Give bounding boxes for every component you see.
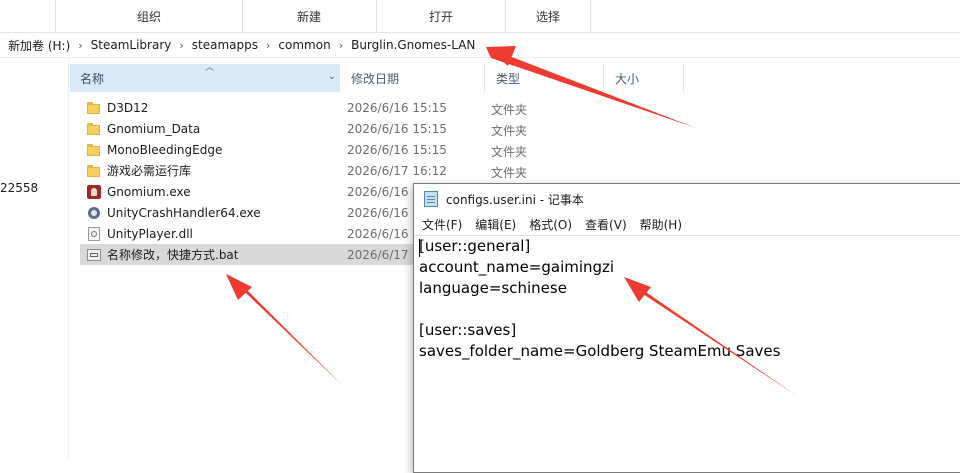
- file-date: 2026/6/16 15:15: [347, 143, 447, 157]
- arrow-to-bat-file: [226, 274, 343, 386]
- file-name: UnityCrashHandler64.exe: [107, 205, 261, 220]
- navigation-item-fragment[interactable]: 22558: [0, 181, 38, 195]
- menu-format[interactable]: 格式(O): [529, 216, 572, 233]
- column-header-size[interactable]: 大小: [605, 64, 684, 92]
- file-date: 2026/6/16: [347, 227, 409, 241]
- file-date: 2026/6/16: [347, 185, 409, 199]
- file-name: Gnomium.exe: [107, 184, 191, 199]
- chevron-down-icon[interactable]: ⌄: [328, 71, 336, 82]
- breadcrumb-common[interactable]: common: [278, 38, 330, 52]
- chevron-right-icon[interactable]: ›: [78, 39, 82, 52]
- file-type: 文件夹: [491, 124, 528, 138]
- notepad-text-area[interactable]: [user::general] account_name=gaimingzi l…: [414, 235, 960, 472]
- column-header-row: ︿ 名称 ⌄ 修改日期 类型 大小: [68, 63, 688, 92]
- folder-icon: [86, 121, 102, 137]
- text-line: [user::general]: [419, 237, 531, 255]
- file-type: 文件夹: [491, 103, 528, 117]
- file-date: 2026/6/16 15:15: [347, 122, 447, 136]
- file-date: 2026/6/17 16:12: [347, 164, 447, 178]
- navigation-pane: 22558: [0, 58, 69, 461]
- ribbon-organize-label: 组织: [136, 9, 161, 24]
- ribbon-group-organize[interactable]: 组织: [55, 0, 243, 32]
- menu-help[interactable]: 帮助(H): [640, 216, 682, 233]
- column-header-name[interactable]: ︿ 名称 ⌄: [70, 63, 340, 92]
- file-type: 文件夹: [491, 145, 528, 159]
- menu-view[interactable]: 查看(V): [585, 216, 627, 233]
- breadcrumb-steamapps[interactable]: steamapps: [192, 38, 258, 52]
- notepad-title: configs.user.ini - 记事本: [446, 192, 584, 207]
- notepad-icon: [424, 191, 438, 207]
- menu-edit[interactable]: 编辑(E): [475, 216, 516, 233]
- chevron-right-icon[interactable]: ›: [339, 39, 343, 52]
- file-name: Gnomium_Data: [107, 121, 201, 136]
- ribbon-group-select[interactable]: 选择: [506, 0, 591, 32]
- ribbon: 组织 新建 打开 选择: [0, 0, 960, 33]
- notepad-menu-bar: 文件(F) 编辑(E) 格式(O) 查看(V) 帮助(H): [414, 214, 960, 235]
- breadcrumb-current-folder[interactable]: Burglin.Gnomes-LAN: [351, 38, 475, 52]
- file-name: MonoBleedingEdge: [107, 142, 223, 157]
- column-name-label: 名称: [80, 71, 105, 86]
- notepad-title-bar[interactable]: configs.user.ini - 记事本: [414, 184, 960, 214]
- column-header-type[interactable]: 类型: [486, 64, 604, 92]
- gear-exe-icon: [86, 205, 102, 221]
- file-name: 名称修改，快捷方式.bat: [107, 248, 239, 262]
- folder-icon: [86, 142, 102, 158]
- folder-icon: [86, 100, 102, 116]
- address-bar[interactable]: 新加卷 (H:) › SteamLibrary › steamapps › co…: [0, 33, 960, 58]
- menu-file[interactable]: 文件(F): [422, 216, 462, 233]
- text-line: [user::saves]: [419, 321, 517, 339]
- sort-up-icon: ︿: [205, 63, 215, 73]
- column-header-date[interactable]: 修改日期: [341, 64, 485, 92]
- ribbon-group-new[interactable]: 新建: [242, 0, 377, 32]
- game-exe-icon: [86, 184, 102, 200]
- bat-icon: [86, 247, 102, 263]
- file-name: 游戏必需运行库: [107, 164, 192, 178]
- column-date-label: 修改日期: [351, 71, 400, 86]
- file-date: 2026/6/17: [347, 248, 409, 262]
- notepad-window[interactable]: configs.user.ini - 记事本 文件(F) 编辑(E) 格式(O)…: [413, 183, 960, 473]
- column-size-label: 大小: [615, 71, 640, 86]
- breadcrumb-drive[interactable]: 新加卷 (H:): [8, 37, 70, 54]
- text-line: language=schinese: [419, 279, 567, 297]
- chevron-right-icon[interactable]: ›: [179, 39, 183, 52]
- breadcrumb-steamlibrary[interactable]: SteamLibrary: [91, 38, 172, 52]
- file-name: UnityPlayer.dll: [107, 226, 193, 241]
- file-name: D3D12: [107, 100, 149, 115]
- ribbon-open-label: 打开: [428, 9, 453, 24]
- text-line: account_name=gaimingzi: [419, 258, 615, 276]
- column-type-label: 类型: [496, 71, 521, 86]
- ribbon-group-open[interactable]: 打开: [377, 0, 506, 32]
- text-line: saves_folder_name=Goldberg SteamEmu Save…: [419, 342, 781, 360]
- file-date: 2026/6/16 15:15: [347, 101, 447, 115]
- folder-icon: [86, 163, 102, 179]
- ribbon-select-label: 选择: [535, 9, 560, 24]
- file-date: 2026/6/16: [347, 206, 409, 220]
- ribbon-new-label: 新建: [296, 9, 321, 24]
- dll-icon: [86, 226, 102, 242]
- file-type: 文件夹: [491, 166, 528, 180]
- chevron-right-icon[interactable]: ›: [266, 39, 270, 52]
